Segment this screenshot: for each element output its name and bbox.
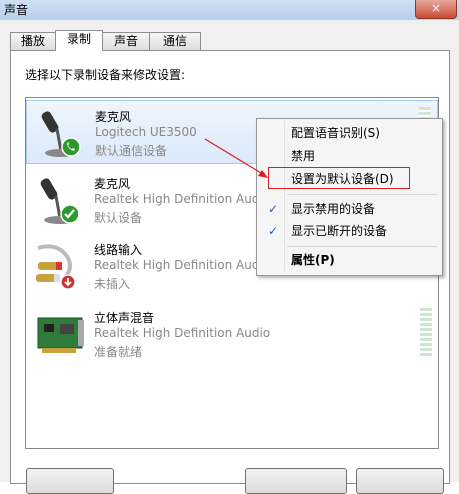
device-name: 线路输入	[94, 243, 143, 257]
annotation-highlight-box	[268, 167, 410, 189]
device-row[interactable]: 立体声混音 Realtek High Definition Audio 准备就绪	[26, 302, 438, 366]
check-icon: ✓	[267, 224, 279, 238]
menu-item-configure-speech[interactable]: 配置语音识别(S)	[259, 123, 440, 143]
tab-sounds[interactable]: 声音	[102, 32, 150, 50]
close-icon: ×	[430, 1, 442, 15]
menu-item-label: 显示已断开的设备	[291, 224, 388, 238]
tab-communications[interactable]: 通信	[149, 32, 201, 50]
menu-item-show-disconnected[interactable]: ✓ 显示已断开的设备	[259, 221, 440, 241]
configure-button[interactable]	[26, 468, 114, 494]
menu-item-label: 配置语音识别(S)	[291, 126, 380, 140]
menu-item-label: 显示禁用的设备	[291, 202, 376, 216]
menu-item-show-disabled[interactable]: ✓ 显示禁用的设备	[259, 199, 440, 219]
device-driver: Realtek High Definition Audio	[94, 258, 271, 272]
properties-button[interactable]	[356, 468, 444, 494]
menu-separator	[287, 246, 437, 247]
set-default-button[interactable]	[245, 468, 347, 494]
tab-recording[interactable]: 录制	[55, 30, 103, 51]
menu-gutter	[284, 121, 285, 271]
device-status: 准备就绪	[94, 345, 143, 359]
device-driver: Realtek High Definition Audio	[94, 326, 271, 340]
device-name: 麦克风	[95, 110, 132, 124]
device-status: 默认通信设备	[95, 144, 168, 158]
menu-item-properties[interactable]: 属性(P)	[259, 250, 440, 270]
menu-separator	[287, 194, 437, 195]
check-icon: ✓	[267, 202, 279, 216]
title-bar: 声音 ×	[0, 0, 459, 20]
close-button[interactable]: ×	[415, 0, 457, 19]
green-check-badge-icon	[60, 204, 80, 224]
prompt-label: 选择以下录制设备来修改设置:	[25, 68, 186, 82]
phone-check-badge-icon	[61, 137, 81, 157]
menu-item-label: 禁用	[291, 149, 316, 163]
device-name: 麦克风	[94, 177, 131, 191]
device-status: 未插入	[94, 277, 131, 291]
menu-item-disable[interactable]: 禁用	[259, 146, 440, 166]
tab-playback[interactable]: 播放	[10, 32, 56, 50]
level-meter	[420, 308, 432, 358]
device-status: 默认设备	[94, 211, 143, 225]
device-driver: Logitech UE3500	[95, 125, 197, 139]
device-name: 立体声混音	[94, 311, 155, 325]
sound-card-icon	[37, 317, 84, 353]
device-driver: Realtek High Definition Audio	[94, 192, 271, 206]
menu-item-label: 属性(P)	[291, 253, 335, 267]
context-menu: 配置语音识别(S) 禁用 设置为默认设备(D) ✓ 显示禁用的设备 ✓ 显示已断…	[256, 118, 443, 276]
red-down-arrow-badge-icon	[60, 274, 76, 290]
window-title: 声音	[4, 3, 29, 17]
